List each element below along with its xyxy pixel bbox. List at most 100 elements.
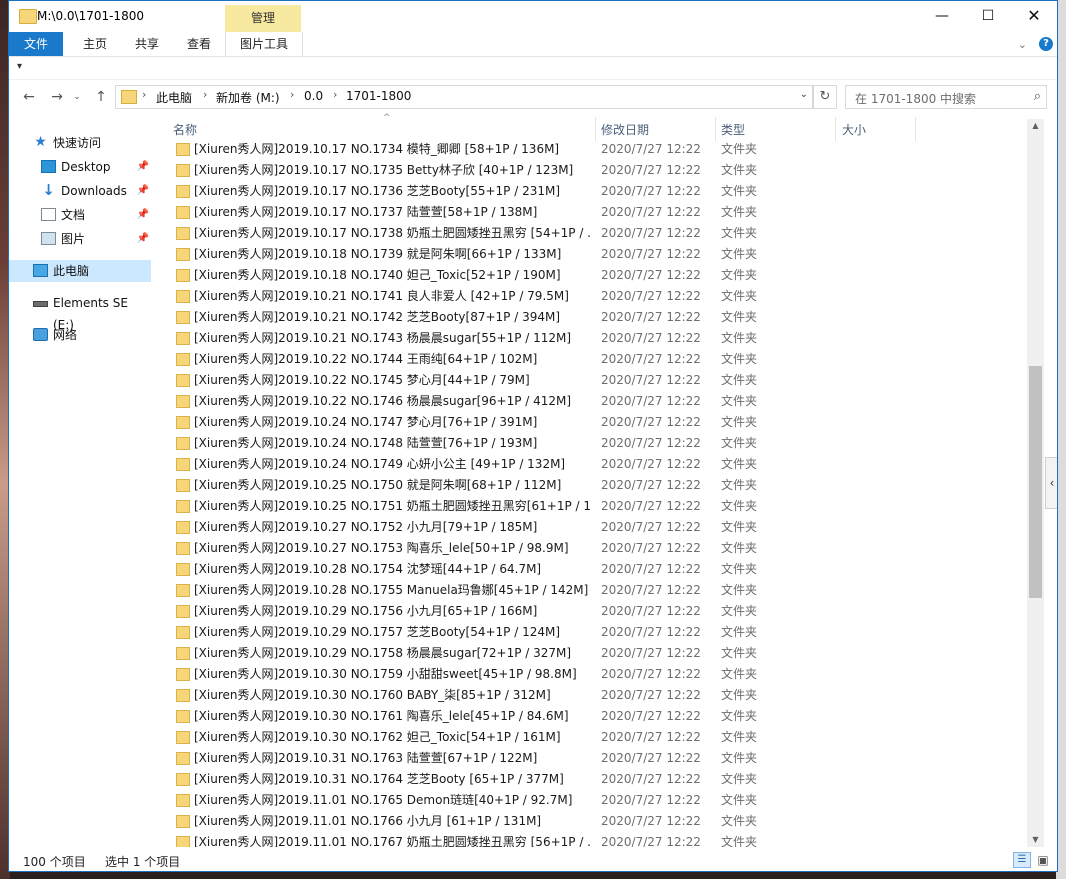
- file-row[interactable]: [Xiuren秀人网]2019.11.01 NO.1767 奶瓶土肥圆矮挫丑黑穷…: [159, 832, 1027, 847]
- file-name: [Xiuren秀人网]2019.11.01 NO.1767 奶瓶土肥圆矮挫丑黑穷…: [194, 835, 590, 847]
- address-bar[interactable]: › 此电脑 › 新加卷 (M:) › 0.0 › 1701-1800 ⌄: [115, 85, 813, 109]
- file-date: 2020/7/27 12:22: [601, 625, 701, 639]
- file-row[interactable]: [Xiuren秀人网]2019.10.17 NO.1735 Betty林子欣 […: [159, 160, 1027, 181]
- pin-icon[interactable]: 📌: [137, 204, 149, 226]
- file-row[interactable]: [Xiuren秀人网]2019.11.01 NO.1765 Demon琏琏[40…: [159, 790, 1027, 811]
- customize-toolbar-icon[interactable]: ▾: [17, 61, 22, 72]
- file-row[interactable]: [Xiuren秀人网]2019.10.28 NO.1755 Manuela玛鲁娜…: [159, 580, 1027, 601]
- up-button[interactable]: ↑: [91, 88, 111, 106]
- pin-icon[interactable]: 📌: [137, 228, 149, 250]
- column-divider[interactable]: [915, 117, 916, 141]
- chevron-right-icon[interactable]: ›: [333, 88, 337, 101]
- file-name: [Xiuren秀人网]2019.11.01 NO.1766 小九月 [61+1P…: [194, 814, 542, 828]
- breadcrumb-folder[interactable]: 0.0: [304, 89, 323, 103]
- column-divider[interactable]: [715, 117, 716, 141]
- file-row[interactable]: [Xiuren秀人网]2019.11.01 NO.1766 小九月 [61+1P…: [159, 811, 1027, 832]
- chevron-right-icon[interactable]: ›: [142, 88, 146, 101]
- nav-pictures[interactable]: 图片 📌: [9, 228, 151, 250]
- file-row[interactable]: [Xiuren秀人网]2019.10.29 NO.1756 小九月[65+1P …: [159, 601, 1027, 622]
- file-row[interactable]: [Xiuren秀人网]2019.10.24 NO.1749 心妍小公主 [49+…: [159, 454, 1027, 475]
- minimize-button[interactable]: —: [919, 1, 965, 32]
- file-row[interactable]: [Xiuren秀人网]2019.10.21 NO.1741 良人非爱人 [42+…: [159, 286, 1027, 307]
- folder-icon: [176, 563, 190, 576]
- nav-this-pc[interactable]: 此电脑: [9, 260, 151, 282]
- file-row[interactable]: [Xiuren秀人网]2019.10.25 NO.1750 就是阿朱啊[68+1…: [159, 475, 1027, 496]
- file-row[interactable]: [Xiuren秀人网]2019.10.21 NO.1743 杨晨晨sugar[5…: [159, 328, 1027, 349]
- file-row[interactable]: [Xiuren秀人网]2019.10.22 NO.1745 梦心月[44+1P …: [159, 370, 1027, 391]
- file-row[interactable]: [Xiuren秀人网]2019.10.27 NO.1752 小九月[79+1P …: [159, 517, 1027, 538]
- back-button[interactable]: ←: [19, 88, 39, 106]
- file-row[interactable]: [Xiuren秀人网]2019.10.17 NO.1734 模特_卿卿 [58+…: [159, 139, 1027, 160]
- scroll-up-arrow-icon[interactable]: ▲: [1027, 119, 1044, 133]
- folder-icon: [176, 353, 190, 366]
- breadcrumb-this-pc[interactable]: 此电脑: [156, 89, 192, 106]
- file-name: [Xiuren秀人网]2019.10.24 NO.1747 梦心月[76+1P …: [194, 415, 538, 429]
- file-row[interactable]: [Xiuren秀人网]2019.10.24 NO.1747 梦心月[76+1P …: [159, 412, 1027, 433]
- pin-icon[interactable]: 📌: [137, 156, 149, 178]
- file-row[interactable]: [Xiuren秀人网]2019.10.25 NO.1751 奶瓶土肥圆矮挫丑黑穷…: [159, 496, 1027, 517]
- file-row[interactable]: [Xiuren秀人网]2019.10.21 NO.1742 芝芝Booty[87…: [159, 307, 1027, 328]
- details-view-icon[interactable]: ☰: [1013, 852, 1031, 868]
- file-date: 2020/7/27 12:22: [601, 835, 701, 847]
- column-name[interactable]: 名称: [173, 121, 197, 138]
- chevron-down-icon[interactable]: ⌄: [800, 89, 808, 100]
- tab-view[interactable]: 查看: [179, 32, 219, 56]
- refresh-button[interactable]: ↻: [813, 85, 837, 109]
- file-row[interactable]: [Xiuren秀人网]2019.10.27 NO.1753 陶喜乐_lele[5…: [159, 538, 1027, 559]
- tab-share[interactable]: 共享: [127, 32, 167, 56]
- forward-button[interactable]: →: [47, 88, 67, 106]
- file-date: 2020/7/27 12:22: [601, 709, 701, 723]
- large-icons-view-icon[interactable]: ▣: [1035, 852, 1051, 868]
- column-divider[interactable]: [835, 117, 836, 141]
- breadcrumb-drive[interactable]: 新加卷 (M:): [216, 89, 280, 106]
- column-divider[interactable]: [595, 117, 596, 141]
- pin-icon[interactable]: 📌: [137, 180, 149, 202]
- nav-desktop[interactable]: Desktop 📌: [9, 156, 151, 178]
- help-icon[interactable]: ?: [1039, 37, 1053, 51]
- vertical-scrollbar[interactable]: ▲ ▼: [1027, 119, 1044, 847]
- file-row[interactable]: [Xiuren秀人网]2019.10.24 NO.1748 陆萱萱[76+1P …: [159, 433, 1027, 454]
- file-row[interactable]: [Xiuren秀人网]2019.10.22 NO.1746 杨晨晨sugar[9…: [159, 391, 1027, 412]
- file-row[interactable]: [Xiuren秀人网]2019.10.30 NO.1759 小甜甜sweet[4…: [159, 664, 1027, 685]
- file-row[interactable]: [Xiuren秀人网]2019.10.22 NO.1744 王雨纯[64+1P …: [159, 349, 1027, 370]
- tab-picture-tools[interactable]: 图片工具: [225, 32, 303, 56]
- expand-ribbon-icon[interactable]: ⌄: [1018, 38, 1027, 51]
- folder-icon: [176, 710, 190, 723]
- file-row[interactable]: [Xiuren秀人网]2019.10.18 NO.1740 妲己_Toxic[5…: [159, 265, 1027, 286]
- nav-drive-e[interactable]: Elements SE (E:): [9, 292, 151, 332]
- file-row[interactable]: [Xiuren秀人网]2019.10.30 NO.1760 BABY_柒[85+…: [159, 685, 1027, 706]
- file-row[interactable]: [Xiuren秀人网]2019.10.17 NO.1737 陆萱萱[58+1P …: [159, 202, 1027, 223]
- chevron-right-icon[interactable]: ›: [290, 88, 294, 101]
- tab-file[interactable]: 文件: [9, 32, 63, 56]
- column-date[interactable]: 修改日期: [601, 121, 649, 138]
- file-row[interactable]: [Xiuren秀人网]2019.10.30 NO.1761 陶喜乐_lele[4…: [159, 706, 1027, 727]
- chevron-right-icon[interactable]: ›: [203, 88, 207, 101]
- column-type[interactable]: 类型: [721, 121, 745, 138]
- breadcrumb-current[interactable]: 1701-1800: [346, 89, 411, 103]
- search-icon[interactable]: ⌕: [1034, 89, 1041, 104]
- scrollbar-thumb[interactable]: [1029, 366, 1042, 598]
- search-input[interactable]: 在 1701-1800 中搜索 ⌕: [845, 85, 1047, 109]
- file-row[interactable]: [Xiuren秀人网]2019.10.29 NO.1758 杨晨晨sugar[7…: [159, 643, 1027, 664]
- file-row[interactable]: [Xiuren秀人网]2019.10.31 NO.1763 陆萱萱[67+1P …: [159, 748, 1027, 769]
- nav-network[interactable]: 网络: [9, 324, 151, 346]
- file-type: 文件夹: [721, 793, 758, 807]
- file-row[interactable]: [Xiuren秀人网]2019.10.31 NO.1764 芝芝Booty [6…: [159, 769, 1027, 790]
- nav-quick-access[interactable]: ★ 快速访问: [9, 132, 151, 154]
- file-row[interactable]: [Xiuren秀人网]2019.10.17 NO.1736 芝芝Booty[55…: [159, 181, 1027, 202]
- file-row[interactable]: [Xiuren秀人网]2019.10.30 NO.1762 妲己_Toxic[5…: [159, 727, 1027, 748]
- file-row[interactable]: [Xiuren秀人网]2019.10.18 NO.1739 就是阿朱啊[66+1…: [159, 244, 1027, 265]
- manage-context-tab[interactable]: 管理: [225, 5, 301, 32]
- tab-home[interactable]: 主页: [75, 32, 115, 56]
- file-row[interactable]: [Xiuren秀人网]2019.10.28 NO.1754 沈梦瑶[44+1P …: [159, 559, 1027, 580]
- file-row[interactable]: [Xiuren秀人网]2019.10.29 NO.1757 芝芝Booty[54…: [159, 622, 1027, 643]
- chevron-left-icon[interactable]: ‹: [1045, 457, 1057, 509]
- maximize-button[interactable]: ☐: [965, 1, 1011, 32]
- recent-locations-icon[interactable]: ⌄: [71, 88, 83, 106]
- scroll-down-arrow-icon[interactable]: ▼: [1027, 833, 1044, 847]
- nav-downloads[interactable]: ↓ Downloads 📌: [9, 180, 151, 202]
- nav-documents[interactable]: 文档 📌: [9, 204, 151, 226]
- close-button[interactable]: ✕: [1011, 1, 1057, 32]
- file-row[interactable]: [Xiuren秀人网]2019.10.17 NO.1738 奶瓶土肥圆矮挫丑黑穷…: [159, 223, 1027, 244]
- column-size[interactable]: 大小: [842, 121, 866, 138]
